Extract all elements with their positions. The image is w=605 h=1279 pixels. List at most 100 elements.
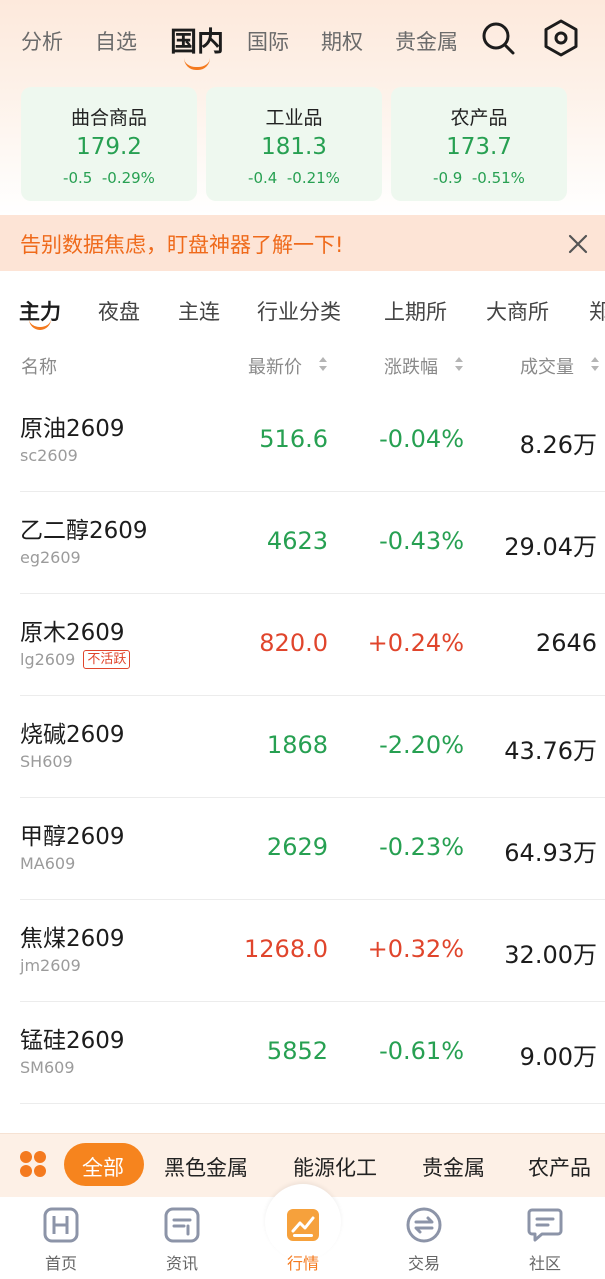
home-h-icon xyxy=(43,1207,79,1243)
latest-price: 516.6 xyxy=(259,425,328,453)
table-row[interactable]: 锰硅2609 SM609 5852 -0.61% 9.00万 xyxy=(0,1002,605,1104)
index-change-pct: -0.51% xyxy=(471,169,525,187)
change-pct: -0.61% xyxy=(379,1037,464,1065)
table-row[interactable]: 乙二醇2609 eg2609 4623 -0.43% 29.04万 xyxy=(0,492,605,594)
active-tab-indicator xyxy=(184,58,210,70)
news-icon xyxy=(164,1207,200,1243)
sort-icon[interactable] xyxy=(318,355,328,373)
index-card[interactable]: 曲合商品 179.2 -0.5 -0.29% xyxy=(21,87,197,201)
change-pct: -0.23% xyxy=(379,833,464,861)
subtab-shfe[interactable]: 上期所 xyxy=(384,296,447,326)
col-header-change[interactable]: 涨跌幅 xyxy=(384,353,438,379)
contract-code: jm2609 xyxy=(20,956,81,975)
index-change: -0.9 -0.51% xyxy=(391,169,567,187)
index-change: -0.4 -0.21% xyxy=(206,169,382,187)
change-pct: -2.20% xyxy=(379,731,464,759)
change-pct: +0.32% xyxy=(367,935,464,963)
contract-name: 乙二醇2609 xyxy=(20,518,148,544)
index-change-abs: -0.5 xyxy=(63,169,93,187)
nav-label: 社区 xyxy=(528,1254,561,1273)
col-header-volume[interactable]: 成交量 xyxy=(520,353,574,379)
category-precious[interactable]: 贵金属 xyxy=(422,1152,485,1182)
latest-price: 1868 xyxy=(266,731,328,759)
contract-name: 原木2609 xyxy=(20,620,125,646)
index-change-abs: -0.9 xyxy=(433,169,463,187)
nav-trade[interactable]: 交易 xyxy=(384,1204,464,1274)
latest-price: 4623 xyxy=(266,527,328,555)
nav-market[interactable]: 行情 xyxy=(263,1204,343,1274)
col-header-name: 名称 xyxy=(21,357,57,378)
nav-news[interactable]: 资讯 xyxy=(142,1204,222,1274)
index-card[interactable]: 工业品 181.3 -0.4 -0.21% xyxy=(206,87,382,201)
nav-label: 行情 xyxy=(286,1254,319,1273)
nav-label: 资讯 xyxy=(165,1254,198,1273)
table-row[interactable]: 甲醇2609 MA609 2629 -0.23% 64.93万 xyxy=(0,798,605,900)
sort-icon[interactable] xyxy=(590,355,600,373)
tab-options[interactable]: 期权 xyxy=(321,26,363,56)
change-pct: -0.43% xyxy=(379,527,464,555)
volume: 43.76万 xyxy=(504,737,597,765)
index-card[interactable]: 农产品 173.7 -0.9 -0.51% xyxy=(391,87,567,201)
table-row[interactable]: 焦煤2609 jm2609 1268.0 +0.32% 32.00万 xyxy=(0,900,605,1002)
search-icon[interactable] xyxy=(478,18,518,58)
index-name: 农产品 xyxy=(450,107,508,129)
contract-code: SM609 xyxy=(20,1058,75,1077)
nav-community[interactable]: 社区 xyxy=(505,1204,585,1274)
index-name: 曲合商品 xyxy=(70,107,147,129)
change-pct: +0.24% xyxy=(367,629,464,657)
change-pct: -0.04% xyxy=(379,425,464,453)
contract-code: sc2609 xyxy=(20,446,78,465)
inactive-badge: 不活跃 xyxy=(83,650,131,669)
tab-analysis[interactable]: 分析 xyxy=(21,26,63,56)
settings-hexagon-icon[interactable] xyxy=(541,18,581,58)
volume: 9.00万 xyxy=(519,1043,597,1071)
category-energy-chem[interactable]: 能源化工 xyxy=(293,1152,377,1182)
latest-price: 2629 xyxy=(266,833,328,861)
subtab-night[interactable]: 夜盘 xyxy=(98,296,140,326)
trade-exchange-icon xyxy=(406,1207,442,1243)
category-ferrous[interactable]: 黑色金属 xyxy=(164,1152,248,1182)
contract-code-text: lg2609 xyxy=(20,650,76,669)
category-agri[interactable]: 农产品 xyxy=(528,1152,591,1182)
volume: 29.04万 xyxy=(504,533,597,561)
index-change-pct: -0.29% xyxy=(101,169,155,187)
nav-home[interactable]: 首页 xyxy=(21,1204,101,1274)
subtab-continuous[interactable]: 主连 xyxy=(178,296,220,326)
latest-price: 820.0 xyxy=(259,629,328,657)
index-change: -0.5 -0.29% xyxy=(21,169,197,187)
volume: 64.93万 xyxy=(504,839,597,867)
tab-watchlist[interactable]: 自选 xyxy=(95,26,137,56)
table-row[interactable]: 原油2609 sc2609 516.6 -0.04% 8.26万 xyxy=(0,390,605,492)
volume: 2646 xyxy=(535,629,597,657)
contract-name: 甲醇2609 xyxy=(20,824,125,850)
category-all[interactable]: 全部 xyxy=(82,1152,124,1182)
table-row[interactable]: 原木2609 lg2609 不活跃 820.0 +0.24% 2646 xyxy=(0,594,605,696)
table-row[interactable]: 烧碱2609 SH609 1868 -2.20% 43.76万 xyxy=(0,696,605,798)
contract-code: eg2609 xyxy=(20,548,81,567)
market-chart-icon xyxy=(287,1209,319,1241)
col-header-price[interactable]: 最新价 xyxy=(248,353,302,379)
category-grid-icon[interactable] xyxy=(18,1149,48,1179)
contract-code: lg2609 不活跃 xyxy=(20,650,131,669)
contract-name: 原油2609 xyxy=(20,416,125,442)
index-name: 工业品 xyxy=(265,107,323,129)
index-value: 181.3 xyxy=(261,134,327,160)
latest-price: 5852 xyxy=(266,1037,328,1065)
contract-name: 烧碱2609 xyxy=(20,722,125,748)
index-value: 179.2 xyxy=(76,134,142,160)
promo-banner[interactable]: 告别数据焦虑，盯盘神器了解一下! xyxy=(0,215,605,271)
tab-domestic[interactable]: 国内 xyxy=(170,20,224,59)
sort-icon[interactable] xyxy=(454,355,464,373)
volume: 8.26万 xyxy=(519,431,597,459)
subtab-dce[interactable]: 大商所 xyxy=(486,296,549,326)
banner-text: 告别数据焦虑，盯盘神器了解一下! xyxy=(20,233,344,257)
subtab-czce[interactable]: 郑 xyxy=(589,296,605,326)
tab-international[interactable]: 国际 xyxy=(247,26,289,56)
subtab-industry[interactable]: 行业分类 xyxy=(257,296,341,326)
tab-precious-metals[interactable]: 贵金属 xyxy=(395,26,457,56)
community-chat-icon xyxy=(527,1208,563,1242)
index-change-pct: -0.21% xyxy=(286,169,340,187)
market-screen: 分析 自选 国内 国际 期权 贵金属 曲合商品 179.2 -0.5 -0.29… xyxy=(0,0,605,1279)
close-icon[interactable] xyxy=(566,232,590,256)
active-subtab-indicator xyxy=(29,318,51,330)
